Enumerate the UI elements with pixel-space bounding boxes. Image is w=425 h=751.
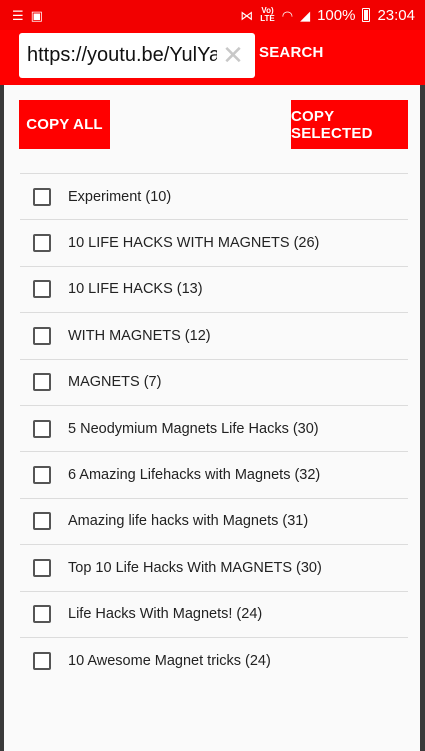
checkbox[interactable] [33,512,51,531]
list-item[interactable]: Amazing life hacks with Magnets (31) [20,499,408,546]
checkbox[interactable] [33,326,51,345]
tag-label: Top 10 Life Hacks With MAGNETS (30) [68,559,322,576]
wifi-icon: ◠ [281,7,294,23]
list-item[interactable]: 10 LIFE HACKS (13) [20,267,408,314]
tag-label: 10 LIFE HACKS WITH MAGNETS (26) [68,235,320,252]
checkbox[interactable] [33,652,51,671]
list-item[interactable]: 5 Neodymium Magnets Life Hacks (30) [20,406,408,453]
app-bar: ✕ SEARCH [0,30,425,85]
tag-label: 10 LIFE HACKS (13) [68,281,203,298]
status-bar: ☰ ▣ ⋈ Vo) LTE ◠ ◢ 100% 23:04 [0,0,425,30]
list-item[interactable]: Life Hacks With Magnets! (24) [20,592,408,638]
checkbox[interactable] [33,466,51,485]
tag-label: WITH MAGNETS (12) [68,327,211,344]
checkbox[interactable] [33,605,51,624]
list-item[interactable]: WITH MAGNETS (12) [20,313,408,360]
list-item[interactable]: 10 Awesome Magnet tricks (24) [20,638,408,684]
vibrate-mute-icon: ⋈ [240,7,254,23]
checkbox[interactable] [33,373,51,392]
copy-all-button[interactable]: COPY ALL [19,100,110,149]
menu-list-icon: ☰ [12,7,24,23]
checkbox[interactable] [33,187,51,206]
battery-percent: 100% [317,6,356,24]
battery-icon [362,8,371,22]
image-icon: ▣ [30,7,43,23]
tag-label: 5 Neodymium Magnets Life Hacks (30) [68,420,319,437]
tag-label: Amazing life hacks with Magnets (31) [68,513,309,530]
status-bar-notifications: ☰ ▣ [12,9,43,22]
clock: 23:04 [377,6,415,24]
search-button[interactable]: SEARCH [259,44,324,61]
list-item[interactable]: 6 Amazing Lifehacks with Magnets (32) [20,452,408,499]
list-item[interactable]: Experiment (10) [20,174,408,221]
url-field[interactable]: ✕ [19,33,255,78]
checkbox[interactable] [33,280,51,299]
list-item[interactable]: 10 LIFE HACKS WITH MAGNETS (26) [20,220,408,267]
tags-panel: COPY ALL COPY SELECTED Experiment (10) 1… [4,85,420,751]
list-item[interactable]: MAGNETS (7) [20,360,408,406]
status-bar-system: ⋈ Vo) LTE ◠ ◢ 100% 23:04 [240,7,415,24]
checkbox[interactable] [33,234,51,253]
tag-label: MAGNETS (7) [68,374,162,391]
clear-icon[interactable]: ✕ [221,42,245,68]
tag-list: Experiment (10) 10 LIFE HACKS WITH MAGNE… [20,173,408,684]
checkbox[interactable] [33,419,51,438]
checkbox[interactable] [33,558,51,577]
tag-label: Life Hacks With Magnets! (24) [68,606,263,623]
tag-label: 10 Awesome Magnet tricks (24) [68,653,271,670]
url-input[interactable] [27,44,217,67]
signal-icon: ◢ [300,7,311,23]
tag-label: 6 Amazing Lifehacks with Magnets (32) [68,467,321,484]
tag-label: Experiment (10) [68,188,172,205]
copy-selected-button[interactable]: COPY SELECTED [291,100,408,149]
list-item[interactable]: Top 10 Life Hacks With MAGNETS (30) [20,545,408,592]
volte-icon: Vo) LTE [260,6,275,23]
